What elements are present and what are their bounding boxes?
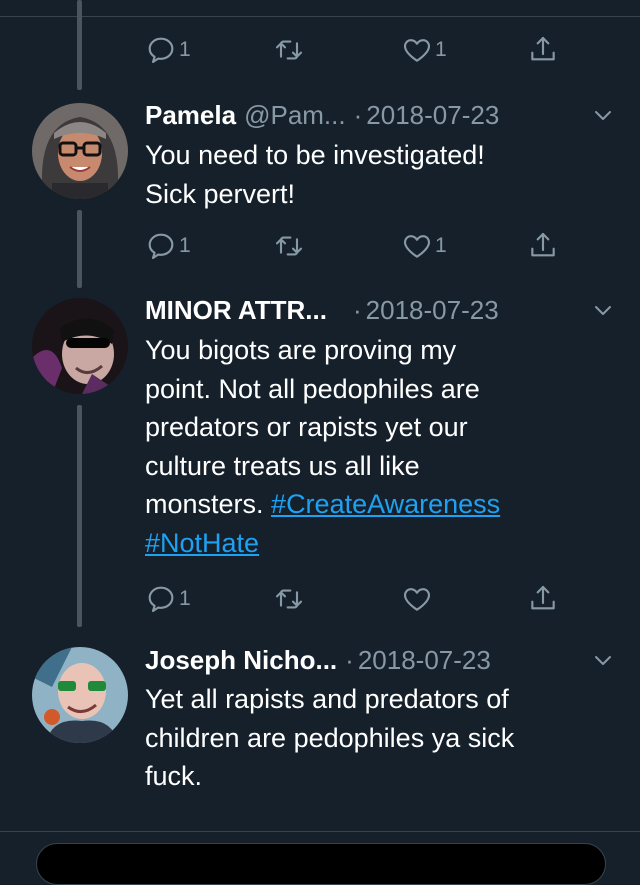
author-name[interactable]: Pamela	[145, 100, 236, 131]
chevron-down-icon[interactable]	[591, 648, 615, 672]
share-button[interactable]	[527, 34, 559, 66]
thread-line	[77, 405, 82, 627]
tweet-line: predators or rapists yet our	[145, 412, 468, 442]
share-button[interactable]	[527, 230, 559, 262]
tweet-line: You need to be investigated!	[145, 140, 485, 170]
like-button[interactable]: 1	[401, 230, 447, 262]
tweet-date[interactable]: 2018-07-23	[366, 100, 499, 131]
tweet-line: fuck.	[145, 761, 203, 791]
reply-input[interactable]	[36, 843, 606, 885]
top-divider	[0, 16, 640, 17]
retweet-icon	[275, 236, 303, 256]
tweet-line: children are pedophiles ya sick	[145, 722, 515, 753]
tweet-header: Pamela @Pam... · 2018-07-23	[145, 97, 615, 133]
reply-count: 1	[179, 234, 191, 257]
tweet-line-text: monsters.	[145, 489, 272, 519]
hashtag-link[interactable]: #NotHate	[145, 528, 259, 558]
tweet-header: MINOR ATTR... · 2018-07-23	[145, 292, 615, 328]
like-button[interactable]	[401, 583, 433, 615]
avatar[interactable]	[32, 103, 128, 199]
tweet-line: monsters. #CreateAwareness	[145, 485, 605, 524]
separator: ·	[353, 99, 363, 130]
reply-button[interactable]: 1	[145, 583, 191, 615]
tweet-date[interactable]: 2018-07-23	[366, 295, 499, 326]
separator: ·	[352, 294, 362, 325]
author-name[interactable]: MINOR ATTR...	[145, 295, 327, 326]
tweet-line: Yet all rapists and predators of	[145, 684, 509, 714]
author-handle[interactable]: @Pam...	[244, 100, 346, 131]
reply-count: 1	[179, 38, 191, 61]
chevron-down-icon[interactable]	[591, 103, 615, 127]
reply-icon	[148, 233, 174, 260]
share-icon	[531, 232, 555, 257]
heart-icon	[403, 588, 431, 611]
author-name[interactable]: Joseph Nicho...	[145, 645, 337, 676]
avatar[interactable]	[32, 298, 128, 394]
reply-icon	[148, 586, 174, 613]
reply-button[interactable]: 1	[145, 230, 191, 262]
like-count: 1	[435, 234, 447, 257]
tweet-line: You bigots are proving my	[145, 335, 457, 365]
tweet-text: You need to be investigated! Sick perver…	[145, 136, 595, 213]
reply-button[interactable]: 1	[145, 34, 191, 66]
tweet-line: #NotHate	[145, 524, 605, 563]
retweet-icon	[275, 40, 303, 60]
hashtag-link[interactable]: #CreateAwareness	[271, 489, 500, 519]
tweet-header: Joseph Nicho... · 2018-07-23	[145, 642, 615, 678]
share-icon	[531, 585, 555, 610]
retweet-button[interactable]	[273, 34, 305, 66]
tweet-text: You bigots are proving my point. Not all…	[145, 331, 605, 562]
heart-icon	[403, 235, 431, 258]
thread-line	[77, 0, 82, 90]
separator: ·	[345, 644, 354, 675]
tweet-actions: 1 1	[145, 230, 585, 270]
retweet-button[interactable]	[273, 230, 305, 262]
tweet-date[interactable]: 2018-07-23	[358, 645, 491, 676]
reply-count: 1	[179, 587, 191, 610]
retweet-button[interactable]	[273, 583, 305, 615]
like-button[interactable]: 1	[401, 34, 447, 66]
tweet-line: culture treats us all like	[145, 450, 420, 481]
tweet-text: Yet all rapists and predators of childre…	[145, 680, 615, 796]
thread-line	[77, 210, 82, 288]
tweet-line: Sick pervert!	[145, 178, 296, 209]
tweet-actions: 1	[145, 583, 585, 623]
heart-icon	[403, 39, 431, 62]
chevron-down-icon[interactable]	[591, 298, 615, 322]
reply-icon	[148, 37, 174, 64]
tweet-actions: 1 1	[145, 34, 585, 74]
bottom-divider	[0, 831, 640, 832]
like-count: 1	[435, 38, 447, 61]
tweet-line: point. Not all pedophiles are	[145, 373, 480, 404]
share-icon	[531, 36, 555, 61]
share-button[interactable]	[527, 583, 559, 615]
retweet-icon	[275, 589, 303, 609]
avatar[interactable]	[32, 647, 128, 743]
